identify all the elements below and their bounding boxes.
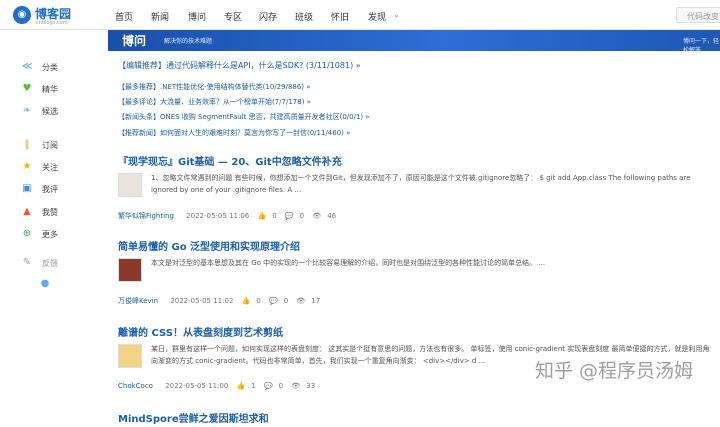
sidebar-item-my-comments[interactable]: ▣ 我评 — [22, 182, 58, 196]
sidebar-item-subscribe[interactable]: ‖ 订阅 — [22, 138, 59, 152]
post-title[interactable]: 離谱的 CSS！从表盘刻度到艺术剪纸 — [118, 324, 283, 339]
search-input[interactable]: 代码改变 — [676, 7, 720, 23]
comment-icon[interactable]: 💬 — [285, 212, 294, 220]
view-count: 33 — [306, 382, 316, 390]
nav-ask[interactable]: 博问 — [188, 10, 206, 23]
view-icon: 👁 — [312, 212, 322, 220]
banner: 博问 解决你的技术难题 博问一下，轻松解答 — [108, 30, 720, 54]
wrench-icon: ✎ — [22, 257, 32, 268]
post-meta: 万俊峰Kevin 2022-05-05 11:02 👍 0 💬 0 👁 17 — [118, 296, 326, 306]
sidebar-item-label: 订阅 — [42, 140, 58, 150]
post-date: 2022-05-05 11:00 — [165, 382, 229, 390]
sidebar-item-follow[interactable]: ★ 关注 — [22, 160, 58, 174]
heart-icon: ♥ — [22, 83, 32, 94]
sidebar-item-label: 精华 — [42, 84, 58, 94]
nav-zone[interactable]: 专区 — [224, 10, 242, 23]
nav-home[interactable]: 首页 — [115, 10, 133, 23]
sidebar-item-candidate[interactable]: ❧ 候选 — [22, 104, 58, 118]
chevron-down-icon[interactable]: ⌄ — [393, 10, 400, 19]
post-summary: 本文是对泛型的基本思想及其在 Go 中的实现的一个比较容易理解的介绍，同时也是对… — [151, 259, 546, 267]
top-nav: ◉ 博客园 cnblogs.com 首页 新闻 博问 专区 闪存 班级 怀旧 发… — [0, 0, 720, 30]
nav-news[interactable]: 新闻 — [151, 10, 169, 23]
branch-icon: ≪ — [22, 61, 33, 72]
leaf-icon: ❧ — [22, 105, 32, 116]
recommendation-link[interactable]: 【编辑推荐】通过代码解释什么是API，什么是SDK? (3/11/1081) » — [118, 60, 361, 71]
post-title[interactable]: 『现学现忘』Git基础 — 20、Git中忽略文件补充 — [118, 153, 342, 168]
post-meta: ChokCoco 2022-05-05 11:00 👍 1 💬 0 👁 33 — [118, 382, 321, 390]
comment-count: 0 — [278, 382, 284, 390]
post-author[interactable]: ChokCoco — [118, 382, 153, 390]
post-summary: 1、忽略文件常遇到的问题 有些时候，你想添加一个文件到Git，但发现添加不了，原… — [151, 174, 691, 194]
watermark: 知乎 @程序员汤姆 — [535, 360, 694, 382]
sidebar-item-label: 候选 — [42, 106, 58, 116]
post-date: 2022-05-05 11:02 — [170, 297, 234, 305]
sidebar-item-more[interactable]: ⊕ 更多 — [22, 227, 58, 241]
comment-icon[interactable]: 💬 — [264, 382, 273, 390]
post-title[interactable]: 简单易懂的 Go 泛型使用和实现原理介绍 — [118, 238, 300, 253]
sidebar-item-feedback[interactable]: ✎ 反馈 — [22, 256, 58, 270]
like-count: 1 — [251, 382, 256, 390]
sidebar-item-label: 我赞 — [42, 207, 58, 217]
banner-subtitle: 解决你的技术难题 — [164, 38, 213, 45]
view-count: 46 — [327, 212, 337, 220]
like-count: 0 — [256, 297, 261, 305]
post-date: 2022-05-05 11:06 — [186, 212, 250, 220]
avatar[interactable] — [118, 344, 142, 368]
sidebar-item-label: 我评 — [42, 184, 58, 194]
like-icon[interactable]: 👍 — [237, 382, 246, 390]
recommendation-link[interactable]: 【推荐新闻】如何面对人生的艰难时刻？莫言为你写了一封信(0/11/460) » — [118, 128, 350, 138]
nav-nostalgia[interactable]: 怀旧 — [331, 10, 349, 23]
sidebar-item-featured[interactable]: ♥ 精华 — [22, 82, 58, 96]
recommendation-link[interactable]: 【最多评论】大流量、业务效率？从一个榜单开始(7/7/178) » — [118, 97, 311, 107]
post-author[interactable]: 万俊峰Kevin — [118, 297, 158, 305]
lightbulb-icon[interactable]: ● — [40, 277, 60, 291]
recommendation-link[interactable]: 【新闻头条】ONES 收购 SegmentFault 思否，共建高质量开发者社区… — [118, 112, 370, 122]
sidebar: ≪ 分类 ♥ 精华 ❧ 候选 ‖ 订阅 ★ 关注 ▣ 我评 ▲ 我赞 ⊕ 更多 … — [0, 51, 108, 427]
post-author[interactable]: 繁华似锦Fighting — [118, 212, 174, 220]
like-icon[interactable]: 👍 — [257, 212, 266, 220]
nav-flash[interactable]: 闪存 — [259, 10, 277, 23]
nav-class[interactable]: 班级 — [295, 10, 313, 23]
star-icon: ★ — [22, 161, 32, 172]
like-icon[interactable]: 👍 — [242, 297, 251, 305]
sidebar-item-label: 更多 — [42, 229, 58, 239]
sidebar-item-label: 反馈 — [42, 258, 58, 268]
logo-subtitle: cnblogs.com — [36, 20, 68, 26]
sidebar-item-category[interactable]: ≪ 分类 — [22, 60, 58, 74]
banner-title: 博问 — [122, 34, 147, 48]
comment-icon[interactable]: 💬 — [269, 297, 278, 305]
books-icon: ‖ — [24, 139, 30, 150]
comment-count: 0 — [299, 212, 305, 220]
post-meta: 繁华似锦Fighting 2022-05-05 11:06 👍 0 💬 0 👁 46 — [118, 211, 342, 221]
comment-count: 0 — [283, 297, 289, 305]
logo-icon[interactable]: ◉ — [13, 6, 31, 24]
view-count: 17 — [311, 297, 321, 305]
recommendation-link[interactable]: 【最多推荐】.NET性能优化-使用结构体替代类(10/29/886) » — [118, 82, 311, 92]
sidebar-item-label: 关注 — [42, 162, 58, 172]
like-count: 0 — [272, 212, 277, 220]
view-icon: 👁 — [296, 297, 306, 305]
nav-discover[interactable]: 发现 — [368, 10, 386, 23]
plus-circle-icon: ⊕ — [22, 228, 32, 239]
post-title[interactable]: MindSpore尝鲜之爱因斯坦求和 — [118, 410, 269, 425]
sidebar-item-my-likes[interactable]: ▲ 我赞 — [22, 205, 58, 219]
comment-icon: ▣ — [22, 183, 32, 194]
view-icon: 👁 — [291, 382, 301, 390]
avatar[interactable] — [118, 258, 142, 282]
thumbs-up-icon: ▲ — [23, 206, 31, 217]
sidebar-item-label: 分类 — [42, 62, 58, 72]
avatar[interactable] — [118, 173, 142, 197]
